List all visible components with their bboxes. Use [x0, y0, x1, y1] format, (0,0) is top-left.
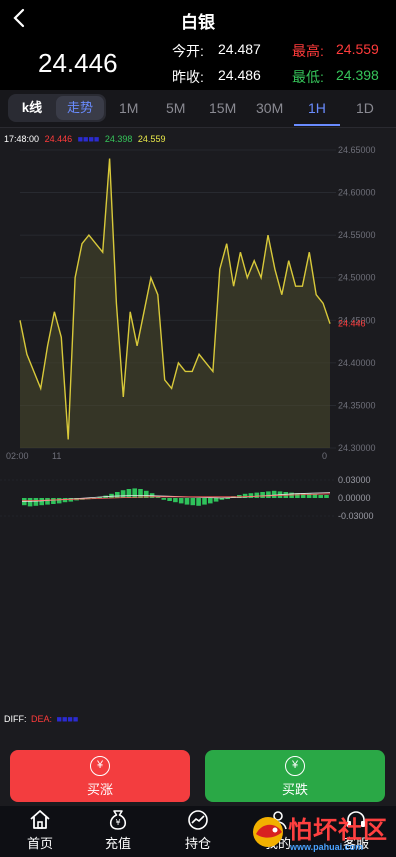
top-bar: 白银 — [0, 0, 396, 36]
chart-mode-switch: k线 走势 — [8, 94, 106, 122]
nav-positions-label: 持仓 — [184, 836, 211, 851]
macd-histogram-bar — [196, 498, 201, 506]
macd-histogram-bar — [173, 498, 178, 503]
macd-histogram-bar — [161, 498, 167, 500]
money-bag-icon: ¥ — [109, 810, 127, 830]
buy-down-label: 买跌 — [281, 782, 308, 797]
site-watermark: 怕坏社区 www.pahuai.com — [246, 808, 396, 856]
macd-chart: 0.03000 0.00000 -0.03000 — [0, 475, 374, 521]
quote-panel: 24.446 今开: 24.487 最高: 24.559 昨收: 24.486 … — [0, 36, 396, 90]
nav-recharge-label: 充值 — [104, 836, 131, 851]
macd-histogram-bar — [45, 498, 50, 505]
price-tick-label: 24.30000 — [338, 443, 376, 453]
current-price-label: 24.446 — [338, 319, 366, 329]
tab-30m[interactable]: 30M — [256, 100, 283, 116]
macd-histogram-bar — [254, 492, 260, 498]
macd-histogram-bar — [56, 498, 62, 504]
macd-histogram-bar — [324, 495, 329, 498]
macd-histogram-bar — [126, 489, 132, 498]
macd-histogram-bar — [115, 492, 120, 498]
macd-histogram-bar — [51, 498, 56, 504]
tab-5m[interactable]: 5M — [166, 100, 185, 116]
macd-histogram-bar — [39, 498, 44, 506]
nav-home[interactable]: 首页 — [10, 808, 70, 852]
high-label: 最高: — [292, 43, 324, 59]
nav-recharge[interactable]: ¥ 充值 — [88, 808, 148, 852]
macd-histogram-bar — [184, 498, 190, 505]
price-chart[interactable]: 24.6500024.6000024.5500024.5000024.45000… — [0, 128, 396, 538]
tab-1m[interactable]: 1M — [119, 100, 138, 116]
macd-histogram-bar — [167, 498, 172, 501]
macd-tick-label: 0.00000 — [338, 493, 371, 503]
macd-histogram-bar — [213, 498, 219, 502]
yuan-coin-icon: ¥ — [90, 756, 110, 776]
price-axis: 24.6500024.6000024.5500024.5000024.45000… — [338, 145, 376, 453]
macd-diff-label: DIFF: — [4, 714, 27, 724]
tab-trend[interactable]: 走势 — [56, 96, 104, 120]
macd-histogram-bar — [202, 498, 207, 505]
buy-up-label: 买涨 — [86, 782, 113, 797]
buy-up-button[interactable]: ¥ 买涨 — [10, 750, 190, 802]
home-icon — [30, 810, 50, 829]
last-price: 24.446 — [38, 48, 118, 78]
macd-histogram-bar — [33, 498, 39, 506]
price-tick-label: 24.40000 — [338, 358, 376, 368]
prev-close-value: 24.486 — [218, 67, 261, 83]
low-value: 24.398 — [336, 67, 379, 83]
time-axis: 02:00 11 0 — [6, 451, 327, 461]
active-tab-indicator — [294, 124, 340, 126]
watermark-url: www.pahuai.com — [290, 842, 364, 852]
trend-gauge-icon — [188, 810, 208, 830]
price-tick-label: 24.65000 — [338, 145, 376, 155]
macd-histogram-bar — [266, 491, 271, 498]
time-tick-label: 02:00 — [6, 451, 29, 461]
macd-value-blue: ■■■■ — [56, 714, 79, 724]
macd-legend: DIFF: DEA: ■■■■ — [4, 714, 78, 724]
tab-1d[interactable]: 1D — [356, 100, 374, 116]
tab-1h[interactable]: 1H — [308, 100, 326, 116]
macd-histogram-bar — [120, 490, 126, 498]
macd-histogram-bar — [190, 498, 196, 506]
watermark-text: 怕坏社区 — [288, 817, 388, 844]
macd-histogram-bar — [271, 490, 277, 498]
macd-histogram-bar — [208, 498, 213, 504]
price-tick-label: 24.35000 — [338, 400, 376, 410]
macd-histogram-bar — [318, 495, 323, 498]
time-tick-label: 0 — [322, 451, 327, 461]
price-tick-label: 24.55000 — [338, 230, 376, 240]
low-label: 最低: — [292, 69, 324, 85]
macd-histogram-bar — [312, 494, 318, 498]
prev-close-label: 昨收: — [172, 69, 204, 85]
buy-down-button[interactable]: ¥ 买跌 — [205, 750, 385, 802]
tab-kline[interactable]: k线 — [10, 96, 54, 120]
nav-home-label: 首页 — [26, 836, 53, 851]
page-title: 白银 — [181, 13, 215, 32]
macd-tick-label: -0.03000 — [338, 511, 374, 521]
macd-histogram-bar — [178, 498, 184, 504]
price-tick-label: 24.50000 — [338, 273, 376, 283]
open-value: 24.487 — [218, 41, 261, 57]
macd-tick-label: 0.03000 — [338, 475, 371, 485]
macd-histogram-bar — [260, 492, 265, 498]
tab-15m[interactable]: 15M — [209, 100, 236, 116]
svg-text:¥: ¥ — [115, 818, 120, 827]
price-area — [19, 158, 331, 448]
yuan-coin-icon: ¥ — [285, 756, 305, 776]
macd-histogram-bar — [248, 493, 254, 498]
period-tab-bar: k线 走势 1M 5M 15M 30M 1H 1D — [0, 90, 396, 128]
nav-positions[interactable]: 持仓 — [168, 808, 228, 852]
time-tick-label: 11 — [52, 451, 61, 461]
macd-dea-label: DEA: — [31, 714, 53, 724]
macd-histogram-bar — [27, 498, 33, 507]
watermark-logo-icon — [253, 817, 283, 847]
macd-histogram-bar — [132, 488, 137, 498]
macd-histogram-bar — [62, 498, 68, 503]
price-tick-label: 24.60000 — [338, 188, 376, 198]
high-value: 24.559 — [336, 41, 379, 57]
open-label: 今开: — [172, 43, 204, 59]
